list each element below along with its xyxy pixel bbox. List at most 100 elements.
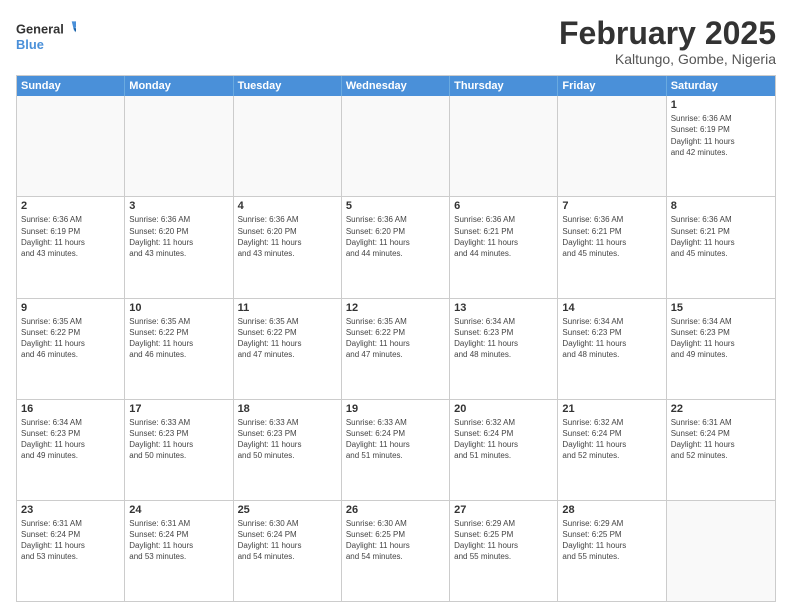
cal-cell: 19Sunrise: 6:33 AM Sunset: 6:24 PM Dayli… (342, 400, 450, 500)
day-info: Sunrise: 6:30 AM Sunset: 6:25 PM Dayligh… (346, 518, 445, 563)
calendar-header: SundayMondayTuesdayWednesdayThursdayFrid… (17, 76, 775, 96)
cal-cell: 10 Sunrise: 6:35 AM Sunset: 6:22 PM Dayli… (125, 299, 233, 399)
day-number: 23 (21, 504, 120, 516)
day-number: 11 (238, 302, 337, 314)
cal-cell (558, 96, 666, 196)
day-number: 9 (21, 302, 120, 314)
day-number: 27 (454, 504, 553, 516)
day-number: 8 (671, 200, 771, 212)
cal-cell: 6Sunrise: 6:36 AM Sunset: 6:21 PM Daylig… (450, 197, 558, 297)
day-info: Sunrise: 6:33 AM Sunset: 6:23 PM Dayligh… (129, 417, 228, 462)
cal-cell: 26 Sunrise: 6:30 AM Sunset: 6:25 PM Dayli… (342, 501, 450, 601)
cal-cell: 22 Sunrise: 6:31 AM Sunset: 6:24 PM Dayli… (667, 400, 775, 500)
day-info: Sunrise: 6:36 AM Sunset: 6:19 PM Dayligh… (21, 214, 120, 259)
day-number: 28 (562, 504, 661, 516)
day-info: Sunrise: 6:36 AM Sunset: 6:20 PM Dayligh… (129, 214, 228, 259)
cal-cell (342, 96, 450, 196)
day-number: 3 (129, 200, 228, 212)
day-info: Sunrise: 6:36 AM Sunset: 6:21 PM Dayligh… (562, 214, 661, 259)
day-info: Sunrise: 6:34 AM Sunset: 6:23 PM Dayligh… (562, 316, 661, 361)
day-number: 13 (454, 302, 553, 314)
cal-cell (125, 96, 233, 196)
cal-cell: 27 Sunrise: 6:29 AM Sunset: 6:25 PM Dayli… (450, 501, 558, 601)
cal-cell: 1 Sunrise: 6:36 AM Sunset: 6:19 PM Daylig… (667, 96, 775, 196)
subtitle: Kaltungo, Gombe, Nigeria (559, 51, 776, 67)
day-info: Sunrise: 6:32 AM Sunset: 6:24 PM Dayligh… (454, 417, 553, 462)
day-number: 15 (671, 302, 771, 314)
week-row-5: 23 Sunrise: 6:31 AM Sunset: 6:24 PM Dayli… (17, 500, 775, 601)
day-info: Sunrise: 6:31 AM Sunset: 6:24 PM Dayligh… (671, 417, 771, 462)
day-number: 22 (671, 403, 771, 415)
cal-cell: 24 Sunrise: 6:31 AM Sunset: 6:24 PM Dayli… (125, 501, 233, 601)
cal-cell (17, 96, 125, 196)
week-row-2: 2Sunrise: 6:36 AM Sunset: 6:19 PM Daylig… (17, 196, 775, 297)
month-title: February 2025 (559, 16, 776, 51)
header-day-tuesday: Tuesday (234, 76, 342, 96)
day-info: Sunrise: 6:29 AM Sunset: 6:25 PM Dayligh… (454, 518, 553, 563)
cal-cell (450, 96, 558, 196)
logo-svg: General Blue (16, 16, 76, 56)
day-number: 10 (129, 302, 228, 314)
header-day-wednesday: Wednesday (342, 76, 450, 96)
day-number: 14 (562, 302, 661, 314)
day-info: Sunrise: 6:35 AM Sunset: 6:22 PM Dayligh… (238, 316, 337, 361)
cal-cell: 11 Sunrise: 6:35 AM Sunset: 6:22 PM Dayli… (234, 299, 342, 399)
day-number: 21 (562, 403, 661, 415)
week-row-3: 9 Sunrise: 6:35 AM Sunset: 6:22 PM Daylig… (17, 298, 775, 399)
day-number: 17 (129, 403, 228, 415)
cal-cell: 21 Sunrise: 6:32 AM Sunset: 6:24 PM Dayli… (558, 400, 666, 500)
day-number: 4 (238, 200, 337, 212)
day-info: Sunrise: 6:31 AM Sunset: 6:24 PM Dayligh… (129, 518, 228, 563)
week-row-1: 1 Sunrise: 6:36 AM Sunset: 6:19 PM Daylig… (17, 96, 775, 196)
day-info: Sunrise: 6:30 AM Sunset: 6:24 PM Dayligh… (238, 518, 337, 563)
day-info: Sunrise: 6:32 AM Sunset: 6:24 PM Dayligh… (562, 417, 661, 462)
cal-cell: 3 Sunrise: 6:36 AM Sunset: 6:20 PM Daylig… (125, 197, 233, 297)
cal-cell: 13Sunrise: 6:34 AM Sunset: 6:23 PM Dayli… (450, 299, 558, 399)
page: General Blue February 2025 Kaltungo, Gom… (0, 0, 792, 612)
day-info: Sunrise: 6:33 AM Sunset: 6:23 PM Dayligh… (238, 417, 337, 462)
day-info: Sunrise: 6:36 AM Sunset: 6:21 PM Dayligh… (671, 214, 771, 259)
day-info: Sunrise: 6:36 AM Sunset: 6:19 PM Dayligh… (671, 113, 771, 158)
day-number: 18 (238, 403, 337, 415)
header-day-sunday: Sunday (17, 76, 125, 96)
header-day-thursday: Thursday (450, 76, 558, 96)
day-number: 1 (671, 99, 771, 111)
day-number: 19 (346, 403, 445, 415)
day-info: Sunrise: 6:34 AM Sunset: 6:23 PM Dayligh… (671, 316, 771, 361)
day-number: 24 (129, 504, 228, 516)
cal-cell (667, 501, 775, 601)
day-number: 6 (454, 200, 553, 212)
calendar-body: 1 Sunrise: 6:36 AM Sunset: 6:19 PM Daylig… (17, 96, 775, 601)
cal-cell: 16 Sunrise: 6:34 AM Sunset: 6:23 PM Dayli… (17, 400, 125, 500)
cal-cell (234, 96, 342, 196)
cal-cell: 15 Sunrise: 6:34 AM Sunset: 6:23 PM Dayli… (667, 299, 775, 399)
svg-text:General: General (16, 21, 64, 36)
day-number: 7 (562, 200, 661, 212)
day-number: 25 (238, 504, 337, 516)
day-number: 5 (346, 200, 445, 212)
day-info: Sunrise: 6:34 AM Sunset: 6:23 PM Dayligh… (21, 417, 120, 462)
day-number: 16 (21, 403, 120, 415)
cal-cell: 7 Sunrise: 6:36 AM Sunset: 6:21 PM Daylig… (558, 197, 666, 297)
day-info: Sunrise: 6:36 AM Sunset: 6:20 PM Dayligh… (346, 214, 445, 259)
header-day-saturday: Saturday (667, 76, 775, 96)
cal-cell: 5 Sunrise: 6:36 AM Sunset: 6:20 PM Daylig… (342, 197, 450, 297)
day-number: 12 (346, 302, 445, 314)
cal-cell: 17 Sunrise: 6:33 AM Sunset: 6:23 PM Dayli… (125, 400, 233, 500)
cal-cell: 9Sunrise: 6:35 AM Sunset: 6:22 PM Daylig… (17, 299, 125, 399)
calendar: SundayMondayTuesdayWednesdayThursdayFrid… (16, 75, 776, 602)
cal-cell: 8 Sunrise: 6:36 AM Sunset: 6:21 PM Daylig… (667, 197, 775, 297)
cal-cell: 18 Sunrise: 6:33 AM Sunset: 6:23 PM Dayli… (234, 400, 342, 500)
day-info: Sunrise: 6:29 AM Sunset: 6:25 PM Dayligh… (562, 518, 661, 563)
header: General Blue February 2025 Kaltungo, Gom… (16, 16, 776, 67)
day-number: 26 (346, 504, 445, 516)
cal-cell: 28 Sunrise: 6:29 AM Sunset: 6:25 PM Dayli… (558, 501, 666, 601)
header-day-friday: Friday (558, 76, 666, 96)
cal-cell: 20 Sunrise: 6:32 AM Sunset: 6:24 PM Dayli… (450, 400, 558, 500)
title-block: February 2025 Kaltungo, Gombe, Nigeria (559, 16, 776, 67)
svg-text:Blue: Blue (16, 37, 44, 52)
day-info: Sunrise: 6:35 AM Sunset: 6:22 PM Dayligh… (129, 316, 228, 361)
day-info: Sunrise: 6:36 AM Sunset: 6:20 PM Dayligh… (238, 214, 337, 259)
day-number: 20 (454, 403, 553, 415)
cal-cell: 4 Sunrise: 6:36 AM Sunset: 6:20 PM Daylig… (234, 197, 342, 297)
